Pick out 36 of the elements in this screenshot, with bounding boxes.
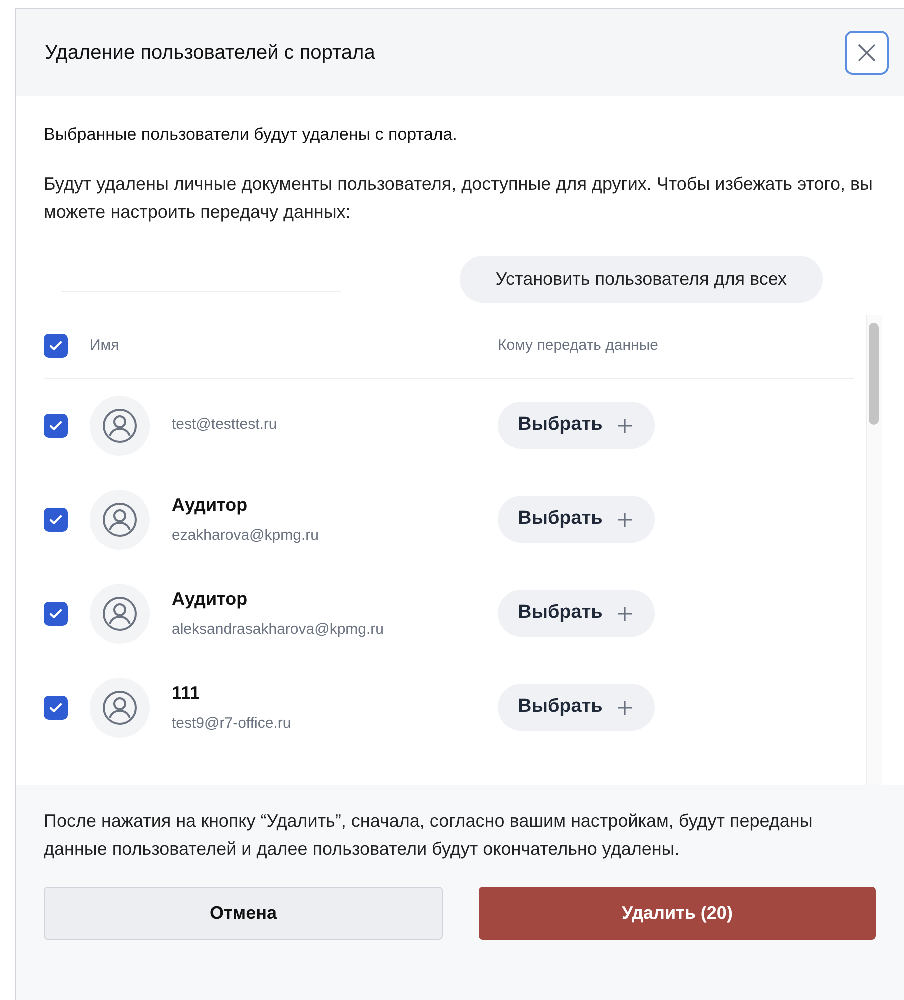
plus-icon: [616, 606, 633, 622]
choose-button[interactable]: Выбрать: [498, 590, 655, 637]
intro-text: Выбранные пользователи будут удалены с портала.: [44, 124, 458, 146]
user-email: test9@r7-office.ru: [172, 714, 292, 734]
footer-note: После нажатия на кнопку “Удалить”, сначала, согласно вашим настройкам, будут переданы данные пользователей и далее пользователи будут окончательно удалены.: [44, 810, 814, 861]
set-user-for-all-button[interactable]: Установить пользователя для всех: [460, 256, 823, 302]
checkbox[interactable]: [44, 696, 68, 720]
scrollbar-thumb[interactable]: [869, 322, 879, 424]
close-icon: [856, 42, 878, 64]
plus-icon: [616, 700, 633, 716]
checkbox[interactable]: [44, 602, 68, 626]
checkbox[interactable]: [44, 334, 68, 358]
column-header: Имя: [90, 336, 120, 356]
checkbox[interactable]: [44, 414, 68, 438]
user-email: test@testtest.ru: [172, 415, 278, 436]
user-email: ezakharova@kpmg.ru: [172, 526, 320, 546]
choose-button[interactable]: Выбрать: [498, 402, 655, 449]
choose-button[interactable]: Выбрать: [498, 684, 655, 731]
user-icon: [102, 502, 138, 538]
checkbox[interactable]: [44, 508, 68, 532]
plus-icon: [616, 418, 633, 434]
description-text: Будут удалены личные документы пользователя, доступные для других. Чтобы избежать этого, вы можете настроить передачу данных:: [44, 172, 874, 224]
user-icon: [102, 690, 138, 726]
cancel-button[interactable]: Отмена: [44, 886, 443, 940]
user-icon: [102, 596, 138, 632]
user-name: Аудитор: [172, 494, 249, 517]
delete-button[interactable]: Удалить (20): [479, 886, 876, 940]
plus-icon: [616, 512, 633, 528]
user-name: Аудитор: [172, 588, 249, 611]
user-email: aleksandrasakharova@kpmg.ru: [172, 620, 385, 640]
close-button[interactable]: [845, 30, 889, 74]
choose-button[interactable]: Выбрать: [498, 496, 655, 543]
dialog-title: Удаление пользователей с портала: [45, 40, 376, 66]
column-header: Кому передать данные: [498, 336, 658, 356]
user-name: 111: [172, 682, 202, 705]
user-icon: [102, 408, 138, 444]
